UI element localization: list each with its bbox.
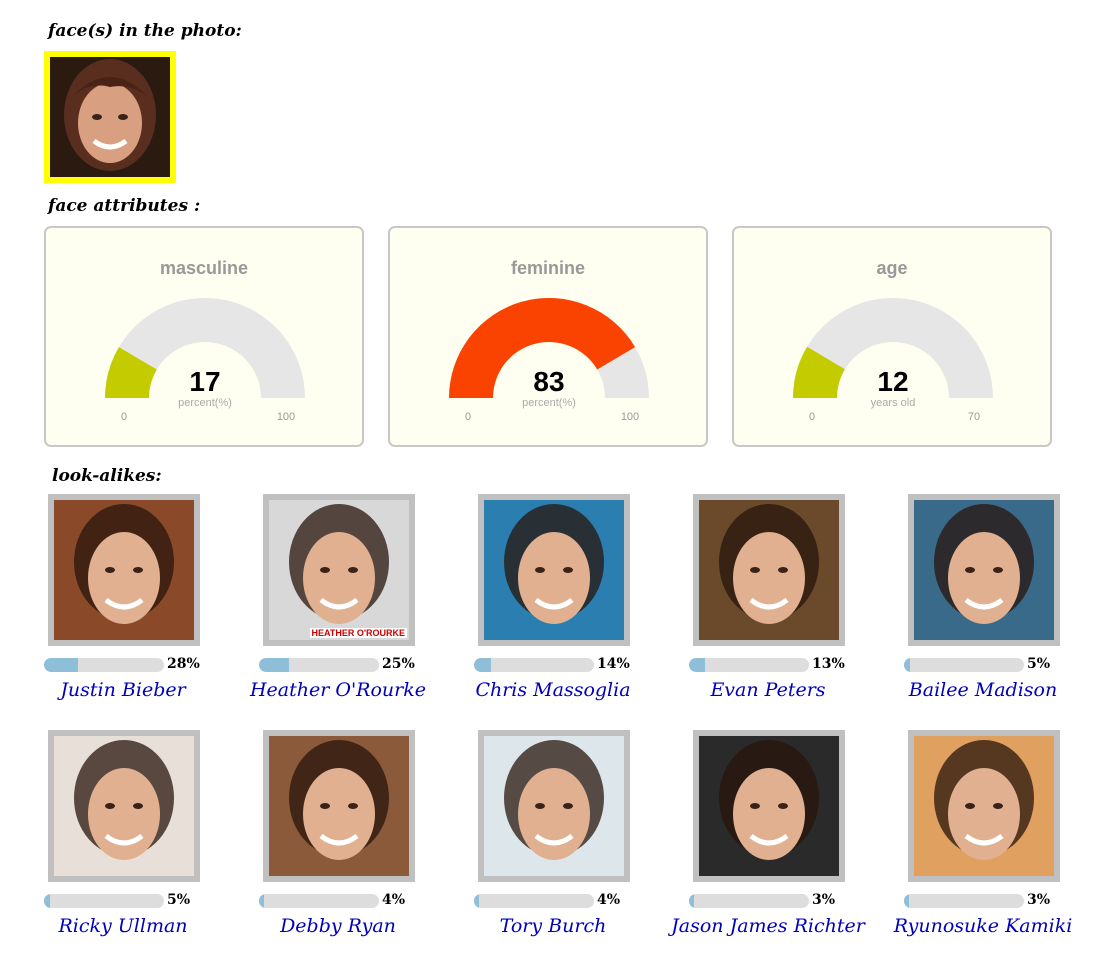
lookalike-name-link[interactable]: Bailee Madison bbox=[878, 680, 1088, 700]
similarity-percent: 3% bbox=[812, 892, 836, 908]
detected-face-thumbnail[interactable] bbox=[44, 51, 176, 183]
gauge-chart: 83percent(%) 0 100 bbox=[449, 297, 649, 423]
faces-heading: face(s) in the photo: bbox=[48, 21, 242, 41]
gauge-min-label: 0 bbox=[465, 411, 471, 423]
lookalike-photo[interactable] bbox=[478, 494, 630, 646]
lookalike-photo[interactable] bbox=[908, 730, 1060, 882]
gauge-card-age: age 12 years old 0 70 bbox=[732, 226, 1052, 447]
lookalike-photo[interactable] bbox=[263, 730, 415, 882]
similarity-percent: 25% bbox=[382, 656, 415, 672]
gauge-max-label: 100 bbox=[277, 411, 295, 423]
lookalike-name-link[interactable]: Tory Burch bbox=[448, 916, 658, 936]
similarity-percent: 3% bbox=[1027, 892, 1051, 908]
face-photo bbox=[504, 740, 604, 860]
similarity-bar bbox=[259, 658, 379, 672]
lookalike-photo[interactable] bbox=[48, 494, 200, 646]
lookalike-name-link[interactable]: Debby Ryan bbox=[233, 916, 443, 936]
lookalike-photo[interactable] bbox=[693, 730, 845, 882]
face-photo bbox=[50, 57, 170, 177]
gauge-card-masculine: masculine 17 percent(%) 0 100 bbox=[44, 226, 364, 447]
similarity-bar-fill bbox=[689, 894, 694, 908]
similarity-bar bbox=[904, 894, 1024, 908]
similarity-bar-fill bbox=[689, 658, 705, 672]
face-photo bbox=[74, 740, 174, 860]
gauge-chart: 17percent(%) 0 100 bbox=[105, 298, 305, 423]
similarity-bar-fill bbox=[474, 658, 491, 672]
similarity-bar-fill bbox=[474, 894, 479, 908]
face-photo bbox=[504, 504, 604, 624]
gauge-card-feminine: feminine 83 percent(%) 0 100 bbox=[388, 226, 708, 447]
attributes-heading: face attributes : bbox=[48, 196, 201, 216]
similarity-percent: 4% bbox=[382, 892, 406, 908]
similarity-bar bbox=[474, 658, 594, 672]
lookalike-photo[interactable] bbox=[48, 730, 200, 882]
similarity-bar bbox=[259, 894, 379, 908]
lookalike-name-link[interactable]: Chris Massoglia bbox=[448, 680, 658, 700]
face-photo bbox=[719, 740, 819, 860]
similarity-bar-fill bbox=[259, 894, 264, 908]
similarity-percent: 28% bbox=[167, 656, 200, 672]
gauge-max-label: 70 bbox=[968, 411, 980, 423]
gauge-value: 83 bbox=[533, 366, 564, 397]
lookalike-name-link[interactable]: Heather O'Rourke bbox=[233, 680, 443, 700]
face-photo bbox=[289, 504, 389, 624]
face-photo bbox=[719, 504, 819, 624]
gauge-min-label: 0 bbox=[809, 411, 815, 423]
similarity-bar bbox=[689, 658, 809, 672]
face-photo bbox=[289, 740, 389, 860]
face-photo bbox=[74, 504, 174, 624]
lookalike-name-link[interactable]: Justin Bieber bbox=[18, 680, 228, 700]
gauge-value: 17 bbox=[189, 366, 220, 397]
lookalike-photo[interactable] bbox=[478, 730, 630, 882]
gauge-chart: 12years old 0 70 bbox=[793, 298, 993, 423]
gauge-value: 12 bbox=[877, 366, 908, 397]
gauge-unit: percent(%) bbox=[522, 397, 576, 409]
similarity-bar-fill bbox=[904, 894, 909, 908]
similarity-percent: 5% bbox=[1027, 656, 1051, 672]
lookalikes-heading: look-alikes: bbox=[52, 466, 162, 486]
lookalike-photo[interactable]: HEATHER O'ROURKE bbox=[263, 494, 415, 646]
similarity-percent: 13% bbox=[812, 656, 845, 672]
similarity-bar-fill bbox=[904, 658, 910, 672]
lookalike-name-link[interactable]: Evan Peters bbox=[663, 680, 873, 700]
face-photo bbox=[934, 740, 1034, 860]
lookalike-photo[interactable] bbox=[908, 494, 1060, 646]
face-photo bbox=[934, 504, 1034, 624]
similarity-bar-fill bbox=[44, 894, 50, 908]
similarity-percent: 4% bbox=[597, 892, 621, 908]
gauge-min-label: 0 bbox=[121, 411, 127, 423]
similarity-bar bbox=[689, 894, 809, 908]
gauge-unit: years old bbox=[871, 397, 916, 409]
similarity-percent: 14% bbox=[597, 656, 630, 672]
photo-caption: HEATHER O'ROURKE bbox=[309, 628, 407, 638]
similarity-bar bbox=[44, 658, 164, 672]
similarity-bar-fill bbox=[44, 658, 78, 672]
gauge-max-label: 100 bbox=[621, 411, 639, 423]
similarity-bar bbox=[474, 894, 594, 908]
lookalike-name-link[interactable]: Jason James Richter bbox=[663, 916, 873, 936]
similarity-bar-fill bbox=[259, 658, 289, 672]
lookalike-photo[interactable] bbox=[693, 494, 845, 646]
similarity-bar bbox=[904, 658, 1024, 672]
lookalike-name-link[interactable]: Ryunosuke Kamiki bbox=[878, 916, 1088, 936]
similarity-percent: 5% bbox=[167, 892, 191, 908]
similarity-bar bbox=[44, 894, 164, 908]
gauge-unit: percent(%) bbox=[178, 397, 232, 409]
lookalike-name-link[interactable]: Ricky Ullman bbox=[18, 916, 228, 936]
